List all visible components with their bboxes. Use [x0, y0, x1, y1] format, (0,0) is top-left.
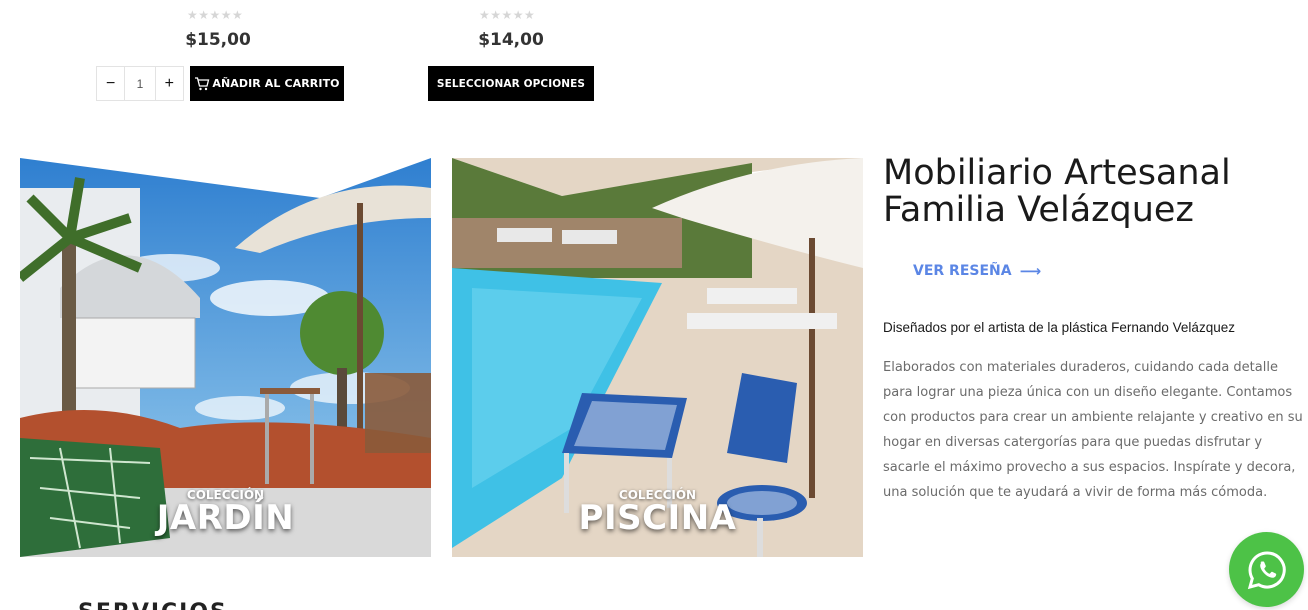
- section-heading: Mobiliario Artesanal Familia Velázquez: [883, 153, 1231, 230]
- next-section-title: SERVICIOS: [78, 600, 228, 610]
- add-to-cart-button[interactable]: AÑADIR AL CARRITO: [190, 66, 344, 101]
- quantity-stepper: − 1 +: [96, 66, 184, 101]
- product-price: $14,00: [478, 30, 544, 50]
- collection-title: JARDÍN: [156, 498, 295, 538]
- select-options-button[interactable]: SELECCIONAR OPCIONES: [428, 66, 594, 101]
- whatsapp-button[interactable]: [1229, 532, 1304, 607]
- add-to-cart-label: AÑADIR AL CARRITO: [212, 77, 340, 90]
- arrow-right-icon: ⟶: [1019, 262, 1042, 280]
- qty-input[interactable]: 1: [124, 67, 156, 100]
- whatsapp-icon: [1247, 550, 1286, 589]
- section-subtitle: Diseñados por el artista de la plástica …: [883, 320, 1235, 335]
- collection-garden-card[interactable]: COLECCIÓN JARDÍN: [20, 158, 431, 557]
- collection-title: PISCINA: [578, 498, 737, 538]
- cart-icon: [195, 76, 210, 90]
- rating-stars: ★★★★★: [479, 8, 536, 22]
- view-review-link[interactable]: VER RESEÑA ⟶: [913, 262, 1041, 280]
- product-price: $15,00: [185, 30, 251, 50]
- qty-plus-button[interactable]: +: [156, 67, 183, 100]
- rating-stars: ★★★★★: [187, 8, 244, 22]
- qty-minus-button[interactable]: −: [97, 67, 124, 100]
- collection-pool-card[interactable]: COLECCIÓN PISCINA: [452, 158, 863, 557]
- view-review-label: VER RESEÑA: [913, 263, 1012, 279]
- section-description: Elaborados con materiales duraderos, cui…: [883, 360, 1303, 500]
